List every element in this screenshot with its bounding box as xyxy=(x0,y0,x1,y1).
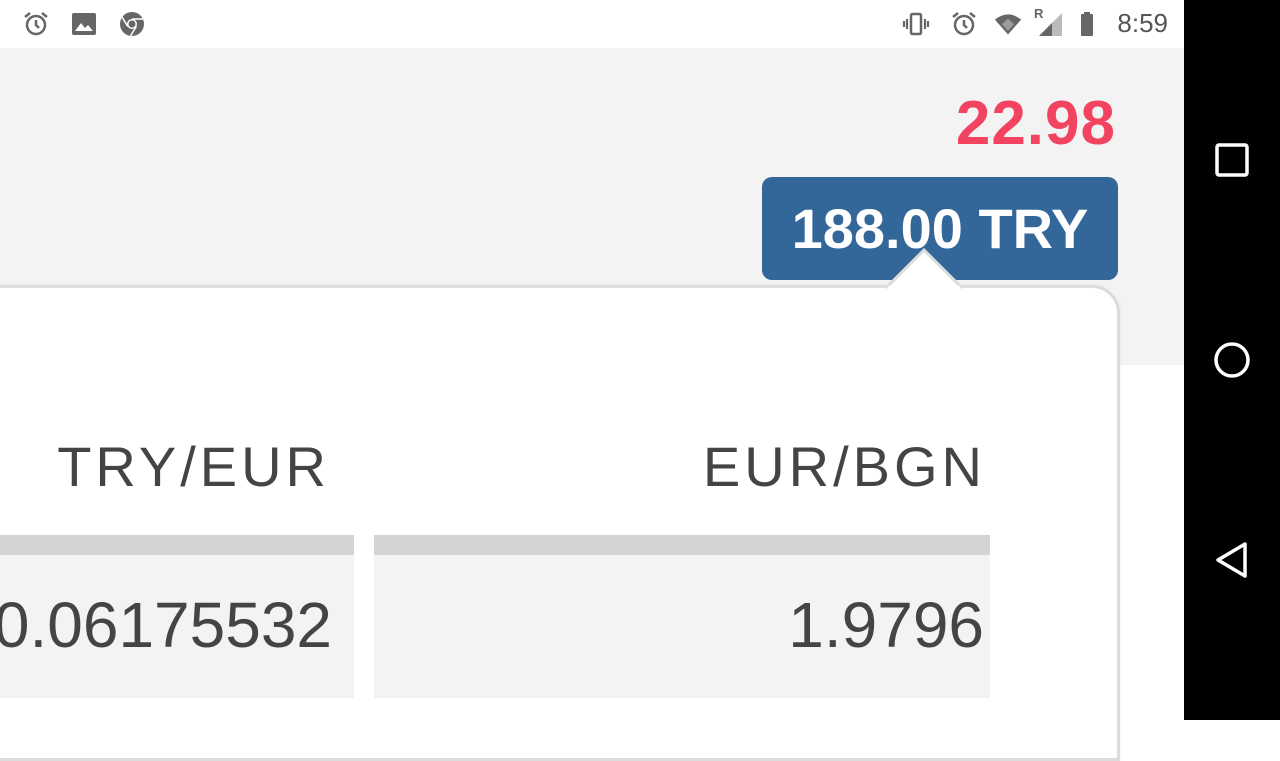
status-bar: R 8:59 xyxy=(0,0,1184,48)
home-button[interactable] xyxy=(1212,340,1252,380)
rate-box-eur-bgn[interactable]: 1.9796 xyxy=(374,535,990,698)
image-icon xyxy=(72,13,96,35)
alarm-icon xyxy=(952,12,976,36)
battery-icon xyxy=(1081,12,1093,36)
rate-box-header-bar xyxy=(374,535,990,555)
rate-value-eur-bgn: 1.9796 xyxy=(788,589,984,661)
signal-roaming-icon xyxy=(1039,13,1062,36)
back-button[interactable] xyxy=(1212,540,1252,580)
chrome-icon xyxy=(120,12,144,37)
rate-value-try-eur: 0.06175532 xyxy=(0,589,332,661)
rate-box-try-eur[interactable]: 0.06175532 xyxy=(0,535,354,698)
pair-label-try-eur: TRY/EUR xyxy=(57,435,330,498)
status-time: 8:59 xyxy=(1117,8,1168,38)
navigation-bar xyxy=(1184,0,1280,720)
recents-button[interactable] xyxy=(1212,140,1252,180)
rate-box-header-bar xyxy=(0,535,354,555)
vibrate-icon xyxy=(902,12,930,36)
alarm-icon xyxy=(24,12,48,36)
trade-amount: 22.98 xyxy=(955,89,1116,158)
wifi-icon xyxy=(994,14,1022,35)
pair-label-eur-bgn: EUR/BGN xyxy=(702,435,986,498)
